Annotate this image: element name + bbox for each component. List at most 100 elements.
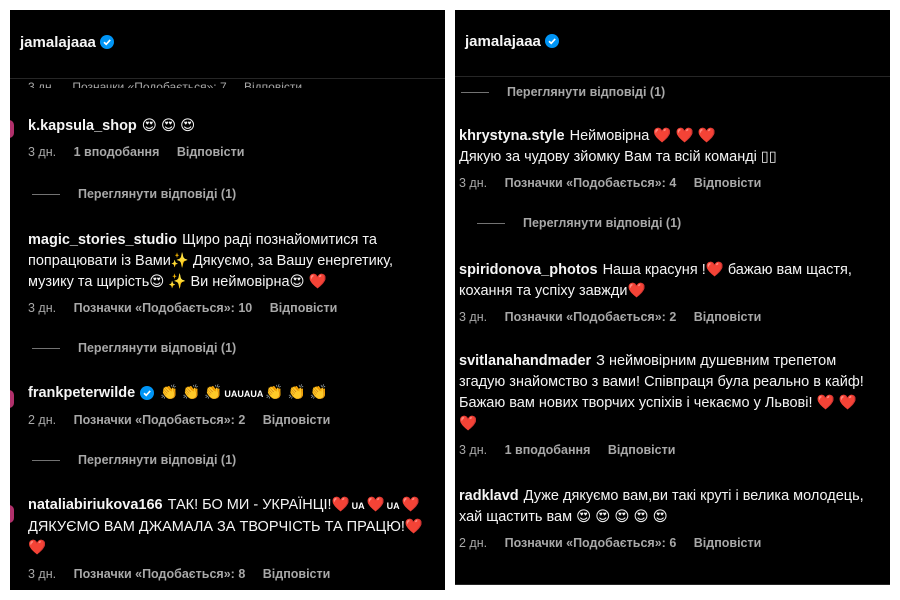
comment-time: 3 дн. bbox=[28, 80, 55, 88]
avatar[interactable] bbox=[10, 120, 14, 138]
view-replies-label: Переглянути відповіді (1) bbox=[523, 216, 682, 230]
comment-likes[interactable]: Позначки «Подобається»: 2 bbox=[505, 310, 677, 324]
comments-panel-left: 3 дн. Позначки «Подобається»: 7 Відповіс… bbox=[10, 10, 445, 590]
avatar[interactable] bbox=[10, 505, 14, 523]
comment-username[interactable]: radklavd bbox=[459, 488, 519, 504]
comment-body: Ви неймовірна bbox=[186, 274, 290, 290]
comments-panel-right: jamalajaaa Переглянути відповіді (1) khr… bbox=[455, 10, 890, 585]
divider bbox=[455, 584, 890, 585]
heart-emoji: ❤️ ❤️ ❤️ bbox=[653, 128, 716, 144]
avatar[interactable] bbox=[10, 390, 14, 408]
view-replies-button[interactable]: Переглянути відповіді (1) bbox=[477, 216, 681, 230]
comment-likes[interactable]: 1 вподобання bbox=[74, 145, 160, 159]
post-author-username[interactable]: jamalajaaa bbox=[20, 34, 96, 51]
view-replies-button[interactable]: Переглянути відповіді (1) bbox=[32, 187, 236, 201]
comment-item: radklavd Дуже дякуємо вам,ви такі круті і… bbox=[459, 486, 878, 550]
comment-body: ТАК! БО МИ - УКРАЇНЦІ! bbox=[167, 497, 332, 513]
reply-button[interactable]: Відповісти bbox=[270, 301, 338, 315]
clapping-emoji: 👏 👏 👏 bbox=[160, 385, 223, 401]
view-replies-label: Переглянути відповіді (1) bbox=[78, 341, 237, 355]
comment-item: nataliabiriukova166 ТАК! БО МИ - УКРАЇНЦІ… bbox=[28, 495, 433, 581]
comment-likes[interactable]: Позначки «Подобається»: 8 bbox=[74, 567, 246, 581]
view-replies-button[interactable]: Переглянути відповіді (1) bbox=[32, 341, 236, 355]
comment-likes[interactable]: Позначки «Подобається»: 7 bbox=[72, 80, 226, 88]
heart-emoji: ❤️ bbox=[401, 497, 420, 513]
divider bbox=[32, 347, 60, 349]
comment-time: 3 дн. bbox=[459, 443, 488, 457]
divider bbox=[461, 91, 489, 93]
comment-likes[interactable]: Позначки «Подобається»: 2 bbox=[74, 413, 246, 427]
post-author-username[interactable]: jamalajaaa bbox=[465, 33, 541, 50]
comment-item: frankpeterwilde 👏 👏 👏 UAUAUA 👏 👏 👏 2 дн. По… bbox=[28, 383, 433, 427]
verified-badge-icon bbox=[544, 34, 559, 48]
comment-meta: 3 дн. Позначки «Подобається»: 4 Відповіс… bbox=[459, 176, 878, 190]
ua-flag-text: UA bbox=[351, 501, 365, 511]
comment-body: ДЯКУЄМО ВАМ ДЖАМАЛА ЗА ТВОРЧІСТЬ ТА ПРАЦ… bbox=[28, 519, 405, 535]
comment-meta: 2 дн. Позначки «Подобається»: 2 Відповіс… bbox=[28, 413, 433, 427]
reply-button[interactable]: Відповісти bbox=[263, 567, 331, 581]
comment-item: k.kapsula_shop 😍 😍 😍 3 дн. 1 вподобання В… bbox=[28, 116, 433, 159]
post-header: jamalajaaa bbox=[10, 10, 445, 79]
reply-button[interactable]: Відповісти bbox=[177, 145, 245, 159]
comment-meta: 2 дн. Позначки «Подобається»: 6 Відповіс… bbox=[459, 536, 878, 550]
comment-likes[interactable]: 1 вподобання bbox=[505, 443, 591, 457]
comment-likes[interactable]: Позначки «Подобається»: 4 bbox=[505, 176, 677, 190]
comment-meta: 3 дн. Позначки «Подобається»: 10 Відпові… bbox=[28, 301, 433, 315]
post-header: jamalajaaa bbox=[455, 10, 890, 77]
comment-likes[interactable]: Позначки «Подобається»: 6 bbox=[505, 536, 677, 550]
heart-emoji: ❤️ bbox=[627, 283, 646, 299]
comment-username[interactable]: khrystyna.style bbox=[459, 128, 565, 144]
divider bbox=[477, 222, 505, 224]
comment-time: 2 дн. bbox=[459, 536, 488, 550]
comment-username[interactable]: magic_stories_studio bbox=[28, 232, 177, 248]
sparkles-emoji: ✨ bbox=[170, 253, 189, 269]
comment-time: 3 дн. bbox=[28, 145, 57, 159]
reply-button[interactable]: Відповісти bbox=[694, 176, 762, 190]
comment-meta: 3 дн. Позначки «Подобається»: 8 Відповіс… bbox=[28, 567, 433, 581]
divider bbox=[32, 193, 60, 195]
comment-meta: 3 дн. Позначки «Подобається»: 2 Відповіс… bbox=[459, 310, 878, 324]
comment-item: magic_stories_studio Щиро раді познайомит… bbox=[28, 230, 433, 315]
divider bbox=[32, 459, 60, 461]
comment-item: svitlanahandmader З неймовірним душевним … bbox=[459, 351, 878, 457]
comment-username[interactable]: svitlanahandmader bbox=[459, 353, 591, 369]
reply-button[interactable]: Відповісти bbox=[263, 413, 331, 427]
clapping-emoji: 👏 👏 👏 bbox=[265, 385, 328, 401]
comment-username[interactable]: spiridonova_photos bbox=[459, 262, 598, 278]
view-replies-button[interactable]: Переглянути відповіді (1) bbox=[461, 85, 665, 99]
comment-likes[interactable]: Позначки «Подобається»: 10 bbox=[74, 301, 253, 315]
comment-time: 3 дн. bbox=[459, 176, 488, 190]
view-replies-label: Переглянути відповіді (1) bbox=[78, 453, 237, 467]
heart-eyes-emoji: 😍 😍 😍 😍 😍 bbox=[576, 509, 668, 525]
comment-body: Наша красуня ! bbox=[602, 262, 706, 278]
comment-username[interactable]: frankpeterwilde bbox=[28, 385, 135, 401]
heart-emoji: ❤️ bbox=[705, 262, 724, 278]
comment-username[interactable]: k.kapsula_shop bbox=[28, 118, 137, 134]
heart-emoji: ❤️ bbox=[366, 497, 385, 513]
view-replies-button[interactable]: Переглянути відповіді (1) bbox=[32, 453, 236, 467]
ua-flag-text: UAUAUA bbox=[224, 389, 264, 399]
verified-badge-icon bbox=[140, 386, 155, 401]
comment-body: 😍 😍 😍 bbox=[141, 118, 196, 134]
comment-item: khrystyna.style Неймовірна ❤️ ❤️ ❤️ Дякую… bbox=[459, 126, 878, 190]
comment-meta: 3 дн. 1 вподобання Відповісти bbox=[28, 145, 433, 159]
emoji-group: 😍 ✨ bbox=[149, 274, 187, 290]
view-replies-label: Переглянути відповіді (1) bbox=[78, 187, 237, 201]
view-replies-label: Переглянути відповіді (1) bbox=[507, 85, 666, 99]
reply-button[interactable]: Відповісти bbox=[608, 443, 676, 457]
reply-button[interactable]: Відповісти bbox=[694, 310, 762, 324]
comment-username[interactable]: nataliabiriukova166 bbox=[28, 497, 163, 513]
heart-emoji: ❤️ bbox=[331, 497, 350, 513]
comment-body: Дякую за чудову зйомку Вам та всій коман… bbox=[459, 149, 757, 165]
comment-time: 3 дн. bbox=[459, 310, 488, 324]
comment-body: Неймовірна bbox=[569, 128, 650, 144]
reply-button[interactable]: Відповісти bbox=[244, 80, 302, 88]
ua-flag-text: UA bbox=[386, 501, 400, 511]
verified-badge-icon bbox=[99, 35, 114, 49]
comment-time: 3 дн. bbox=[28, 301, 57, 315]
comment-time: 3 дн. bbox=[28, 567, 57, 581]
unknown-glyph: ▯▯ bbox=[760, 149, 777, 165]
comment-time: 2 дн. bbox=[28, 413, 57, 427]
reply-button[interactable]: Відповісти bbox=[694, 536, 762, 550]
emoji-group: 😍 ❤️ bbox=[289, 274, 327, 290]
